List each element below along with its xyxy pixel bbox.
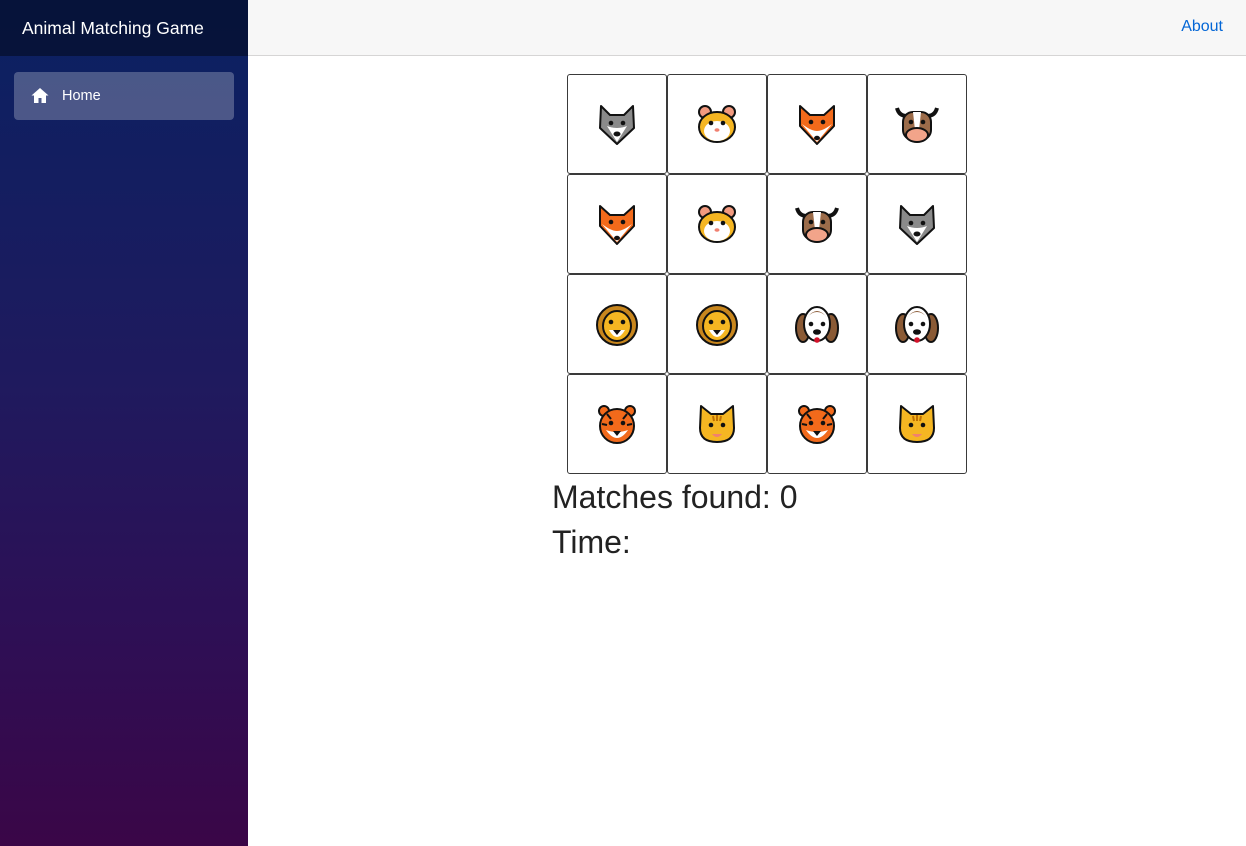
card-cow[interactable] (867, 74, 967, 174)
card-tiger[interactable] (567, 374, 667, 474)
brand-bar: Animal Matching Game (0, 0, 248, 56)
fox-icon (799, 105, 835, 145)
wolf-icon (899, 205, 935, 245)
fox-icon (599, 205, 635, 245)
card-wolf[interactable] (567, 74, 667, 174)
tiger-icon (798, 405, 836, 444)
cat-icon (699, 405, 735, 443)
card-wolf[interactable] (867, 174, 967, 274)
about-link[interactable]: About (1181, 18, 1223, 36)
card-tiger[interactable] (767, 374, 867, 474)
card-cat[interactable] (667, 374, 767, 474)
top-bar: About (248, 0, 1246, 56)
nav-item-label: Home (62, 88, 101, 104)
hamster-icon (698, 105, 736, 143)
card-hamster[interactable] (667, 74, 767, 174)
card-fox[interactable] (567, 174, 667, 274)
card-hamster[interactable] (667, 174, 767, 274)
cat-icon (899, 405, 935, 443)
time-display: Time: (552, 524, 631, 560)
hamster-icon (698, 205, 736, 243)
card-cat[interactable] (867, 374, 967, 474)
cow-icon (895, 107, 939, 143)
card-fox[interactable] (767, 74, 867, 174)
dog-icon (795, 306, 839, 343)
tiger-icon (598, 405, 636, 444)
card-dog[interactable] (767, 274, 867, 374)
matches-found: Matches found: 0 (552, 479, 798, 515)
cow-icon (795, 207, 839, 243)
sidebar: Animal Matching Game Home (0, 0, 248, 846)
lion-icon (596, 304, 638, 346)
card-lion[interactable] (667, 274, 767, 374)
card-dog[interactable] (867, 274, 967, 374)
card-lion[interactable] (567, 274, 667, 374)
lion-icon (696, 304, 738, 346)
dog-icon (895, 306, 939, 343)
card-cow[interactable] (767, 174, 867, 274)
game-board (567, 74, 967, 474)
app-title[interactable]: Animal Matching Game (22, 18, 204, 39)
stats-panel: Matches found: 0 Time: (552, 475, 797, 565)
wolf-icon (599, 105, 635, 145)
nav-menu: Home (0, 56, 248, 136)
home-icon (30, 86, 50, 106)
nav-item-home[interactable]: Home (14, 72, 234, 120)
